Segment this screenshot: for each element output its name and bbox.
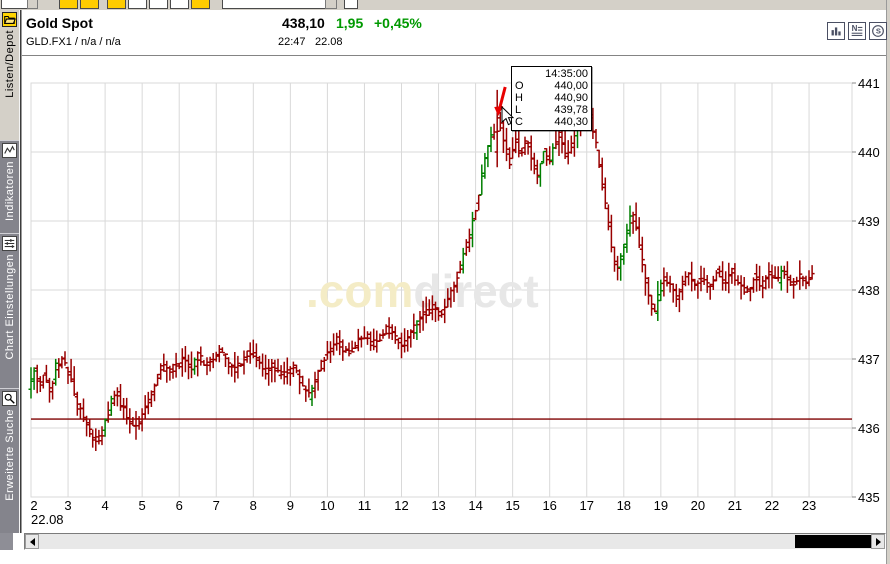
- sidebar-tab-label: Indikatoren: [3, 161, 16, 221]
- chart-settings-icon: [2, 236, 17, 251]
- top-toolbar: [0, 0, 890, 10]
- svg-text:439: 439: [858, 214, 880, 229]
- price-change-percent: +0,45%: [374, 15, 422, 31]
- svg-text:435: 435: [858, 490, 880, 505]
- tooltip-high-label: H: [515, 92, 523, 104]
- window-right-edge: [886, 0, 890, 564]
- svg-text:6: 6: [176, 498, 183, 513]
- svg-text:N: N: [852, 24, 858, 33]
- svg-text:S: S: [876, 27, 881, 36]
- quote-date: 22.08: [315, 36, 343, 48]
- bar-chart-icon[interactable]: [827, 22, 845, 40]
- toolbar-button[interactable]: [107, 0, 126, 9]
- svg-text:441: 441: [858, 76, 880, 91]
- instrument-title: Gold Spot: [26, 15, 93, 31]
- svg-text:4: 4: [101, 498, 108, 513]
- toolbar-button[interactable]: [128, 0, 147, 9]
- svg-text:16: 16: [542, 498, 556, 513]
- price-chart: .comdirect4414404394384374364352 3 4 5 6 7 8 9 1…: [28, 76, 880, 527]
- toolbar-button[interactable]: [191, 0, 210, 9]
- watermark: .comdirect: [306, 265, 539, 317]
- news-icon[interactable]: N: [848, 22, 866, 40]
- sidebar: Listen/Depot Indikatoren Chart Einstellu…: [0, 10, 19, 533]
- tooltip-low-value: 439,78: [554, 104, 588, 116]
- y-axis-labels: 441 440 439 438 437 436 435: [852, 76, 880, 505]
- x-axis-labels: 2 3 4 5 6 7 8 9 10 11 12 13 14 15 16 17 18 19 20 21 22 2322.0…: [30, 498, 816, 527]
- sidebar-tab-indikatoren[interactable]: Indikatoren: [0, 140, 19, 233]
- sidebar-tab-label: Erweiterte Suche: [3, 409, 16, 501]
- svg-text:22.08: 22.08: [31, 512, 64, 527]
- svg-text:9: 9: [287, 498, 294, 513]
- tooltip-close-value: 440,30: [554, 116, 588, 128]
- svg-text:3: 3: [64, 498, 71, 513]
- svg-text:8: 8: [250, 498, 257, 513]
- toolbar-combo-arrow[interactable]: [325, 0, 337, 9]
- instrument-subtitle: GLD.FX1 / n/a / n/a: [26, 36, 121, 48]
- scroll-left-button[interactable]: [25, 534, 39, 549]
- toolbar-button[interactable]: [27, 0, 38, 9]
- svg-text:438: 438: [858, 283, 880, 298]
- svg-text:14: 14: [468, 498, 482, 513]
- mouse-cursor-icon: [501, 106, 515, 126]
- svg-text:19: 19: [654, 498, 668, 513]
- horizontal-scrollbar[interactable]: [24, 533, 886, 550]
- price-change: 1,95: [336, 15, 364, 31]
- toolbar-button[interactable]: [170, 0, 189, 9]
- sidebar-tab-label: Chart Einstellungen: [3, 254, 16, 360]
- svg-text:13: 13: [431, 498, 445, 513]
- svg-text:440: 440: [858, 145, 880, 160]
- magnifier-icon: [2, 391, 17, 406]
- svg-text:5: 5: [139, 498, 146, 513]
- tooltip-open-value: 440,00: [554, 80, 588, 92]
- tooltip-open-label: O: [515, 80, 524, 92]
- svg-text:20: 20: [691, 498, 705, 513]
- svg-text:22: 22: [765, 498, 779, 513]
- left-arrow-icon: [29, 537, 35, 546]
- sidebar-tab-listen-depot[interactable]: Listen/Depot: [0, 10, 19, 140]
- svg-text:7: 7: [213, 498, 220, 513]
- sidebar-tab-chart-einstellungen[interactable]: Chart Einstellungen: [0, 233, 19, 388]
- sidebar-tab-erweiterte-suche[interactable]: Erweiterte Suche: [0, 388, 19, 533]
- ohlc-tooltip: 14:35:00 O 440,00 H 440,90 L 439,78 C 440,30: [511, 66, 592, 131]
- svg-text:436: 436: [858, 421, 880, 436]
- toolbar-button[interactable]: [344, 0, 358, 9]
- toolbar-button[interactable]: [80, 0, 99, 9]
- header-icon-bar: N S: [827, 22, 887, 40]
- svg-text:12: 12: [394, 498, 408, 513]
- bottom-left-block: [0, 533, 13, 550]
- svg-text:2: 2: [30, 498, 37, 513]
- svg-text:11: 11: [358, 498, 372, 513]
- right-arrow-icon: [875, 537, 881, 546]
- scrollbar-thumb[interactable]: [795, 535, 872, 548]
- svg-text:17: 17: [580, 498, 594, 513]
- sidebar-tab-label: Listen/Depot: [3, 30, 16, 98]
- svg-text:437: 437: [858, 352, 880, 367]
- currency-icon[interactable]: S: [869, 22, 887, 40]
- svg-text:.comdirect: .comdirect: [306, 265, 539, 317]
- tooltip-time: 14:35:00: [545, 68, 588, 80]
- svg-text:15: 15: [505, 498, 519, 513]
- folder-icon: [2, 12, 17, 27]
- svg-text:21: 21: [728, 498, 742, 513]
- last-price: 438,10: [282, 15, 325, 31]
- svg-text:18: 18: [617, 498, 631, 513]
- toolbar-combo[interactable]: [222, 0, 337, 9]
- toolbar-button[interactable]: [149, 0, 168, 9]
- tooltip-high-value: 440,90: [554, 92, 588, 104]
- svg-text:10: 10: [320, 498, 334, 513]
- quote-time: 22:47: [278, 36, 306, 48]
- scroll-right-button[interactable]: [871, 534, 885, 549]
- indicator-icon: [2, 143, 17, 158]
- toolbar-button[interactable]: [59, 0, 78, 9]
- svg-text:23: 23: [802, 498, 816, 513]
